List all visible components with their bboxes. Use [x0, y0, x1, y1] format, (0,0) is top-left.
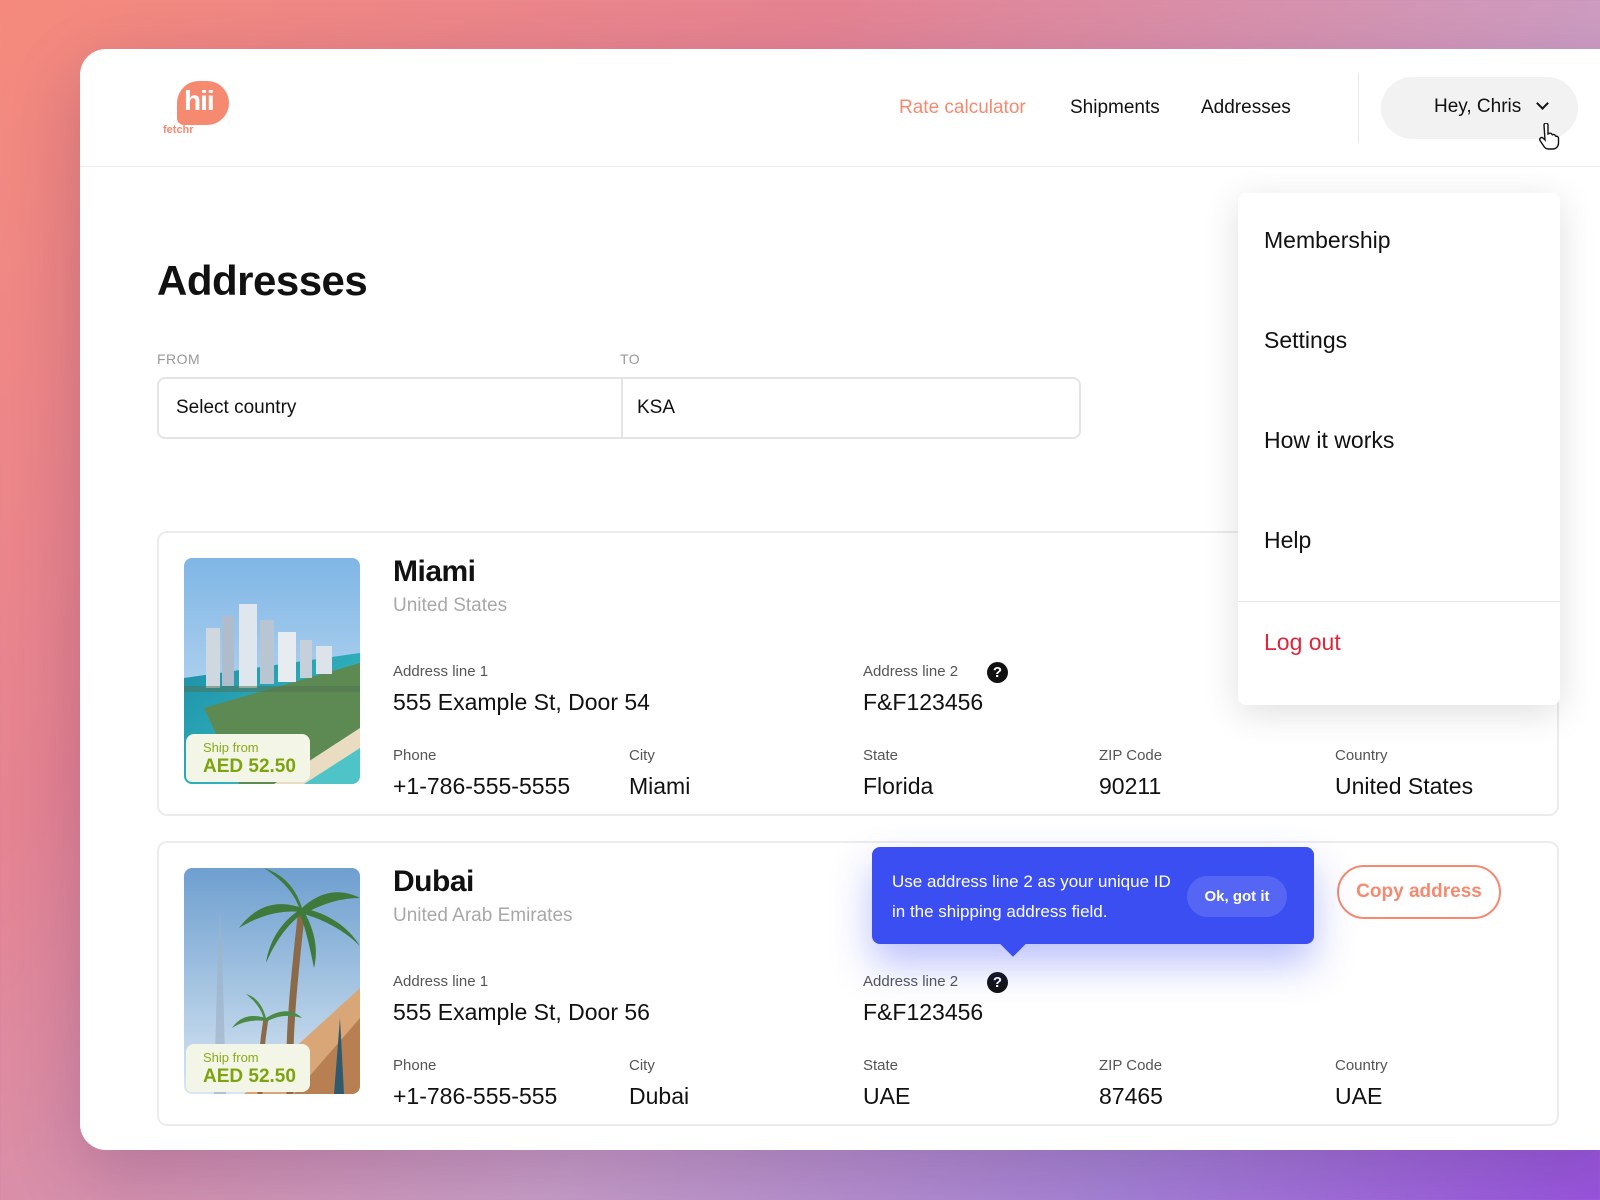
country-label: Country: [1335, 747, 1388, 764]
card-city-title: Dubai: [393, 865, 474, 898]
city-value: Miami: [629, 773, 691, 799]
page-title: Addresses: [157, 257, 368, 304]
city-label: City: [629, 1057, 655, 1074]
phone-value: +1-786-555-5555: [393, 773, 571, 799]
user-dropdown-menu: Membership Settings How it works Help Lo…: [1238, 193, 1560, 705]
city-value: Dubai: [629, 1083, 690, 1109]
state-value: UAE: [863, 1083, 911, 1109]
zip-value: 90211: [1099, 773, 1162, 799]
address2-label: Address line 2: [863, 973, 959, 990]
card-city-title: Miami: [393, 555, 476, 588]
menu-item-membership[interactable]: Membership: [1264, 227, 1391, 254]
menu-divider: [1238, 601, 1560, 602]
tooltip-text: Use address line 2 as your unique ID in …: [892, 872, 1171, 921]
city-image: Ship from AED 52.50: [184, 868, 360, 1094]
ship-from-label: Ship from: [203, 1050, 259, 1065]
country-value: United States: [1335, 773, 1474, 799]
address2-label: Address line 2: [863, 663, 959, 680]
state-label: State: [863, 747, 899, 764]
address1-label: Address line 1: [393, 973, 489, 990]
app-window: hii fetchr Rate calculator Shipments Add…: [80, 49, 1600, 1150]
question-circle-icon[interactable]: ?: [987, 662, 1008, 683]
ship-from-label: Ship from: [203, 740, 259, 755]
nav-divider: [1358, 73, 1359, 143]
phone-label: Phone: [393, 747, 437, 764]
address2-value: F&F123456: [863, 689, 984, 715]
to-label: TO: [620, 351, 641, 367]
card-country-subtitle: United States: [393, 595, 508, 616]
country-value: UAE: [1335, 1083, 1383, 1109]
nav-addresses[interactable]: Addresses: [1201, 97, 1291, 119]
city-label: City: [629, 747, 655, 764]
menu-item-how-it-works[interactable]: How it works: [1264, 427, 1394, 454]
menu-item-logout[interactable]: Log out: [1264, 629, 1341, 656]
address1-value: 555 Example St, Door 56: [393, 999, 650, 1025]
hand-pointer-icon: [1539, 123, 1560, 150]
state-label: State: [863, 1057, 899, 1074]
address1-value: 555 Example St, Door 54: [393, 689, 650, 715]
menu-item-help[interactable]: Help: [1264, 527, 1311, 554]
copy-address-button[interactable]: Copy address: [1337, 865, 1501, 919]
address2-value: F&F123456: [863, 999, 984, 1025]
question-circle-icon[interactable]: ?: [987, 972, 1008, 993]
to-country-select[interactable]: KSA: [637, 397, 675, 419]
ship-from-price: AED 52.50: [203, 1066, 296, 1087]
top-header: hii fetchr Rate calculator Shipments Add…: [80, 49, 1600, 167]
ship-from-badge: Ship from AED 52.50: [186, 1044, 310, 1092]
city-image: Ship from AED 52.50: [184, 558, 360, 784]
ship-from-badge: Ship from AED 52.50: [186, 734, 310, 782]
route-selector: Select country KSA: [157, 377, 1081, 439]
from-label: FROM: [157, 351, 201, 367]
nav-rate-calculator[interactable]: Rate calculator: [899, 97, 1026, 119]
zip-label: ZIP Code: [1099, 1057, 1163, 1074]
tooltip-dismiss-button[interactable]: Ok, got it: [1187, 876, 1287, 917]
card-country-subtitle: United Arab Emirates: [393, 905, 573, 926]
phone-value: +1-786-555-555: [393, 1083, 558, 1109]
logo[interactable]: hii fetchr: [163, 81, 233, 141]
ship-from-price: AED 52.50: [203, 756, 296, 777]
phone-label: Phone: [393, 1057, 437, 1074]
menu-item-settings[interactable]: Settings: [1264, 327, 1347, 354]
from-country-select[interactable]: Select country: [176, 397, 296, 419]
user-greeting: Hey, Chris: [1434, 96, 1522, 117]
logo-subtext: fetchr: [163, 124, 194, 136]
logo-text: hii: [184, 85, 215, 116]
nav-shipments[interactable]: Shipments: [1070, 97, 1160, 119]
country-label: Country: [1335, 1057, 1388, 1074]
address1-label: Address line 1: [393, 663, 489, 680]
address-card-dubai: Ship from AED 52.50 Dubai United Arab Em…: [157, 841, 1559, 1126]
state-value: Florida: [863, 773, 934, 799]
chevron-down-icon: [1536, 97, 1549, 110]
selector-divider: [621, 379, 623, 437]
zip-label: ZIP Code: [1099, 747, 1163, 764]
address-line2-tooltip: Use address line 2 as your unique ID in …: [872, 847, 1314, 957]
zip-value: 87465: [1099, 1083, 1163, 1109]
